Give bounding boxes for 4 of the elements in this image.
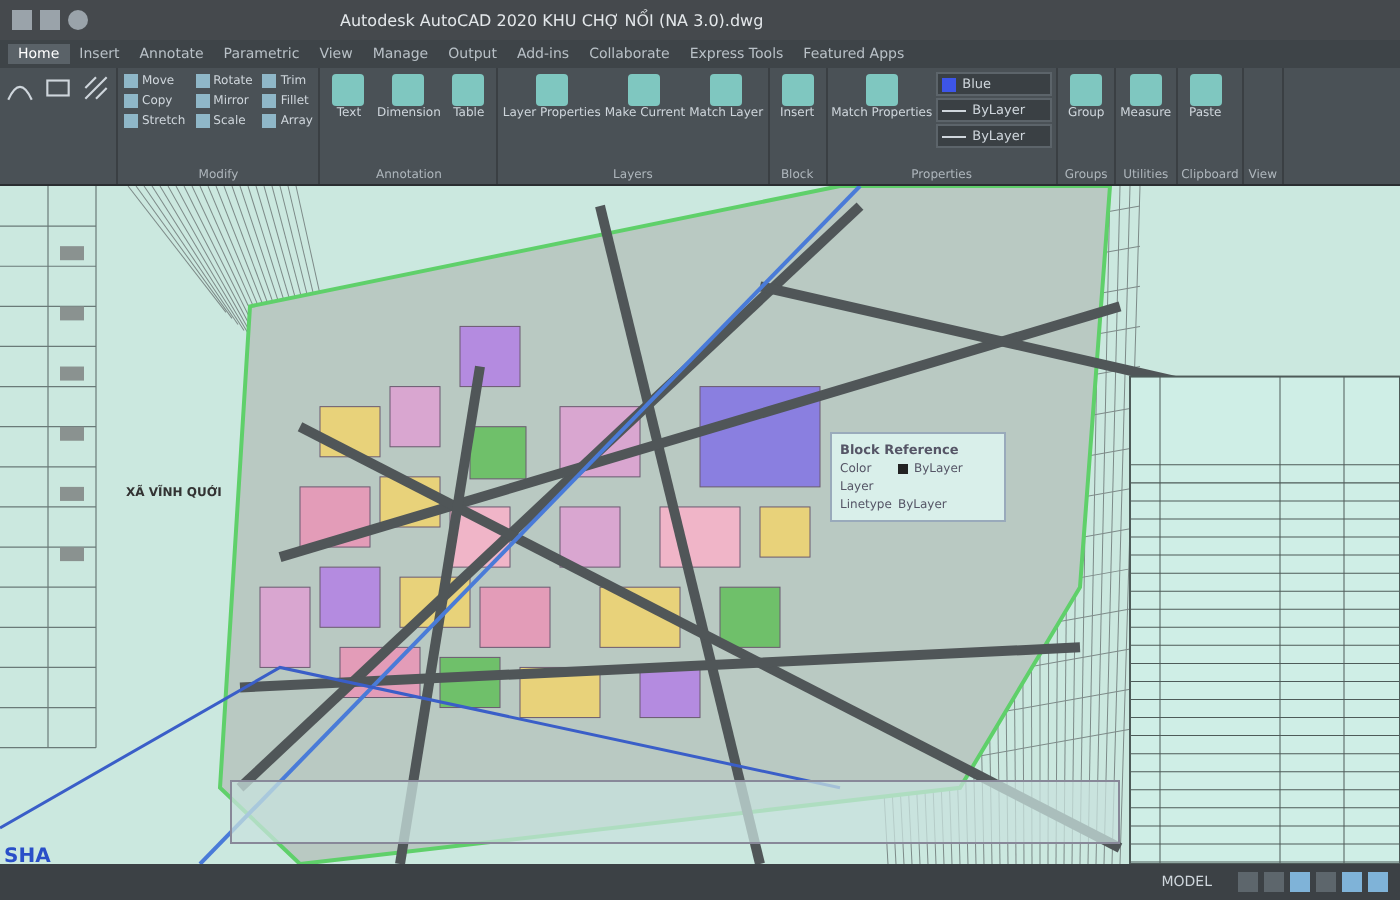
hatch-tool-icon[interactable]	[80, 72, 112, 104]
map-label: SHA	[4, 846, 51, 868]
command-line-panel[interactable]	[230, 780, 1120, 844]
window-title: Autodesk AutoCAD 2020 KHU CHỢ NỔI (NA 3.0).dwg	[340, 11, 764, 29]
